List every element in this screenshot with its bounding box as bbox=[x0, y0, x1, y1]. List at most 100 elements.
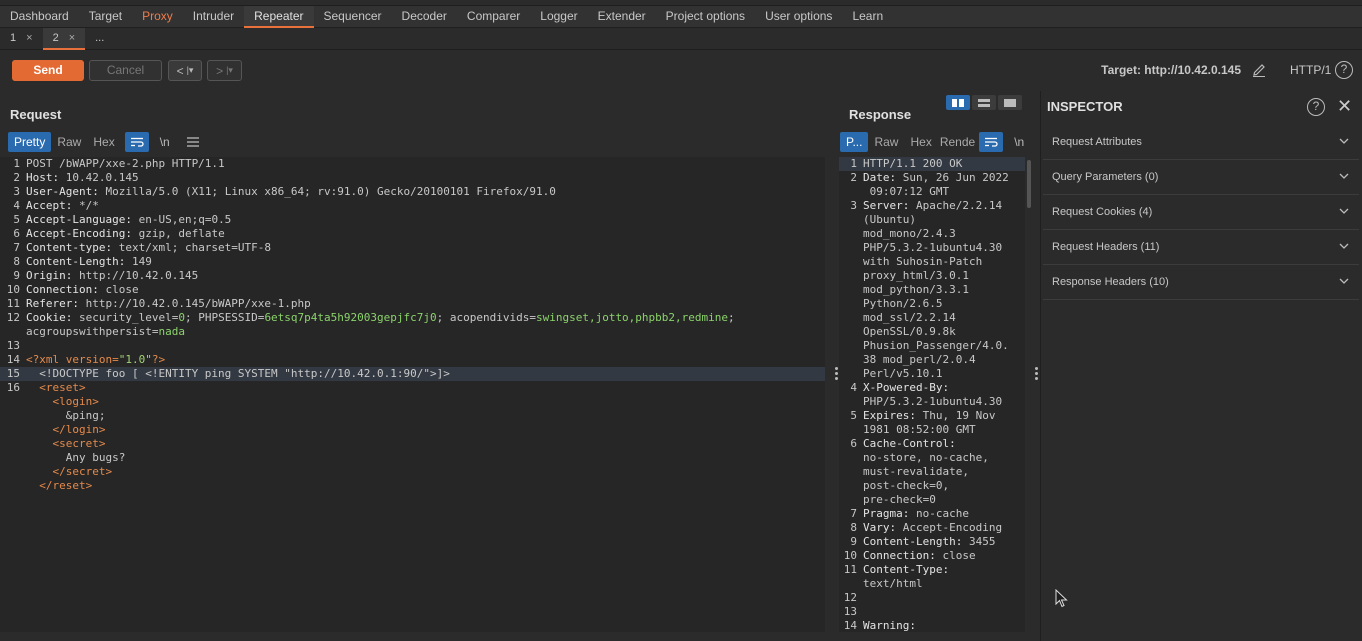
code-token: security_level= bbox=[78, 311, 179, 324]
code-token: Warning: bbox=[863, 619, 916, 632]
stacked-layout-icon[interactable] bbox=[972, 95, 996, 110]
menu-target[interactable]: Target bbox=[79, 6, 132, 28]
response-scrollbar[interactable] bbox=[1027, 160, 1031, 208]
inspector-title: INSPECTOR bbox=[1047, 99, 1123, 114]
code-line: 11 Referer: http://10.42.0.145/bWAPP/xxe-… bbox=[0, 297, 825, 311]
code-token: Cookie: bbox=[26, 311, 79, 324]
code-token: post-check=0, bbox=[863, 479, 950, 492]
inspector-splitter-handle[interactable] bbox=[1035, 367, 1039, 380]
menu-extender[interactable]: Extender bbox=[588, 6, 656, 28]
inspector-section-query-parameters[interactable]: Query Parameters (0) bbox=[1043, 160, 1359, 195]
menu-sequencer[interactable]: Sequencer bbox=[314, 6, 392, 28]
code-token: ; bbox=[728, 311, 735, 324]
code-line: OpenSSL/0.9.8k bbox=[839, 325, 1025, 339]
menu-proxy[interactable]: Proxy bbox=[132, 6, 183, 28]
line-content: pre-check=0 bbox=[863, 493, 1025, 507]
code-token: Host: bbox=[26, 171, 66, 184]
code-token: Accept: bbox=[26, 199, 79, 212]
request-editor[interactable]: 1 POST /bWAPP/xxe-2.php HTTP/1.1 2 Host: 10… bbox=[0, 157, 825, 632]
request-search-bar bbox=[0, 632, 825, 641]
tab-raw[interactable]: Raw bbox=[51, 132, 87, 152]
close-icon[interactable]: × bbox=[26, 28, 32, 50]
line-content: Referer: http://10.42.0.145/bWAPP/xxe-1.… bbox=[26, 297, 825, 311]
line-number: 13 bbox=[6, 339, 20, 352]
code-token: mod_python/3.3.1 bbox=[863, 283, 969, 296]
history-forward-button[interactable]: > |▾ bbox=[207, 60, 242, 81]
code-token: Accept-Encoding bbox=[902, 521, 1003, 534]
wrap-lines-icon[interactable] bbox=[979, 132, 1004, 152]
line-content: <secret> bbox=[26, 437, 825, 451]
response-editor[interactable]: 1 HTTP/1.1 200 OK 2 Date: Sun, 26 Jun 2022 … bbox=[839, 157, 1025, 632]
repeater-tab-2[interactable]: 2 × bbox=[42, 28, 86, 50]
tab-label: 2 bbox=[52, 32, 59, 44]
close-icon[interactable]: ✕ bbox=[1337, 96, 1352, 117]
code-token: 3455 bbox=[968, 535, 996, 548]
inspector-section-request-headers[interactable]: Request Headers (11) bbox=[1043, 230, 1359, 265]
close-icon[interactable]: × bbox=[69, 28, 75, 48]
line-number: 5 bbox=[13, 213, 20, 226]
repeater-tab-1[interactable]: 1 × bbox=[0, 28, 43, 50]
line-number: 7 bbox=[13, 241, 20, 254]
code-line: Python/2.6.5 bbox=[839, 297, 1025, 311]
line-number: 4 bbox=[13, 199, 20, 212]
menu-icon[interactable] bbox=[181, 132, 205, 152]
menu-dashboard[interactable]: Dashboard bbox=[0, 6, 79, 28]
line-content: HTTP/1.1 200 OK bbox=[863, 157, 1025, 171]
single-layout-icon[interactable] bbox=[998, 95, 1022, 110]
line-content: post-check=0, bbox=[863, 479, 1025, 493]
menu-user-options[interactable]: User options bbox=[755, 6, 842, 28]
help-icon[interactable]: ? bbox=[1335, 61, 1353, 79]
line-content: Content-Length: 149 bbox=[26, 255, 825, 269]
code-token: OpenSSL/0.9.8k bbox=[863, 325, 956, 338]
show-newlines-toggle[interactable]: \n bbox=[1007, 132, 1031, 152]
send-button[interactable]: Send bbox=[12, 60, 84, 81]
code-token: text/xml; charset=UTF-8 bbox=[118, 241, 272, 254]
line-number: 10 bbox=[843, 549, 857, 562]
line-number: 12 bbox=[843, 591, 857, 604]
tab-label: 1 bbox=[10, 32, 17, 44]
tab-pretty[interactable]: P... bbox=[840, 132, 869, 152]
code-token: PHP/5.3.2-1ubuntu4.30 bbox=[863, 395, 1003, 408]
help-icon[interactable]: ? bbox=[1307, 98, 1325, 116]
menu-learn[interactable]: Learn bbox=[842, 6, 893, 28]
inspector-section-response-headers[interactable]: Response Headers (10) bbox=[1043, 265, 1359, 300]
code-token: Origin: bbox=[26, 269, 79, 282]
inspector-section-request-attributes[interactable]: Request Attributes bbox=[1043, 125, 1359, 160]
code-token: no-cache bbox=[915, 507, 969, 520]
tab-pretty[interactable]: Pretty bbox=[8, 132, 52, 152]
line-content: 1981 08:52:00 GMT bbox=[863, 423, 1025, 437]
chevron-left-icon: < bbox=[176, 63, 184, 78]
http-version-toggle[interactable]: HTTP/1 bbox=[1290, 63, 1331, 77]
cancel-button[interactable]: Cancel bbox=[89, 60, 162, 81]
inspector-section-request-cookies[interactable]: Request Cookies (4) bbox=[1043, 195, 1359, 230]
tab-hex[interactable]: Hex bbox=[87, 132, 120, 152]
line-content: mod_mono/2.4.3 bbox=[863, 227, 1025, 241]
side-by-side-layout-icon[interactable] bbox=[946, 95, 970, 110]
new-tab-button[interactable]: ... bbox=[85, 28, 114, 50]
wrap-lines-icon[interactable] bbox=[124, 132, 149, 152]
menu-logger[interactable]: Logger bbox=[530, 6, 587, 28]
code-line: 13 bbox=[0, 339, 825, 353]
line-content: Cookie: security_level=0; PHPSESSID=6ets… bbox=[26, 311, 825, 325]
menu-comparer[interactable]: Comparer bbox=[457, 6, 530, 28]
tab-hex[interactable]: Hex bbox=[904, 132, 937, 152]
code-token: mod_mono/2.4.3 bbox=[863, 227, 956, 240]
menu-project-options[interactable]: Project options bbox=[656, 6, 755, 28]
code-line: 1 HTTP/1.1 200 OK bbox=[839, 157, 1025, 171]
menu-decoder[interactable]: Decoder bbox=[392, 6, 457, 28]
code-token: Phusion_Passenger/4.0. bbox=[863, 339, 1009, 352]
menu-intruder[interactable]: Intruder bbox=[183, 6, 244, 28]
tab-raw[interactable]: Raw bbox=[868, 132, 904, 152]
code-line: 3 User-Agent: Mozilla/5.0 (X11; Linux x86… bbox=[0, 185, 825, 199]
code-token: swingset,jotto,phpbb2,redmine bbox=[535, 311, 729, 324]
code-token: 09:07:12 GMT bbox=[863, 185, 950, 198]
history-back-button[interactable]: < |▾ bbox=[168, 60, 202, 81]
tab-render[interactable]: Rende bbox=[938, 132, 977, 152]
code-token: <reset> bbox=[39, 381, 86, 394]
show-newlines-toggle[interactable]: \n bbox=[153, 132, 177, 152]
tab-label: ... bbox=[95, 32, 105, 44]
code-line: 6 Cache-Control: bbox=[839, 437, 1025, 451]
menu-repeater[interactable]: Repeater bbox=[244, 6, 314, 28]
code-token: <?xml bbox=[26, 353, 66, 366]
pencil-icon[interactable] bbox=[1251, 62, 1267, 78]
